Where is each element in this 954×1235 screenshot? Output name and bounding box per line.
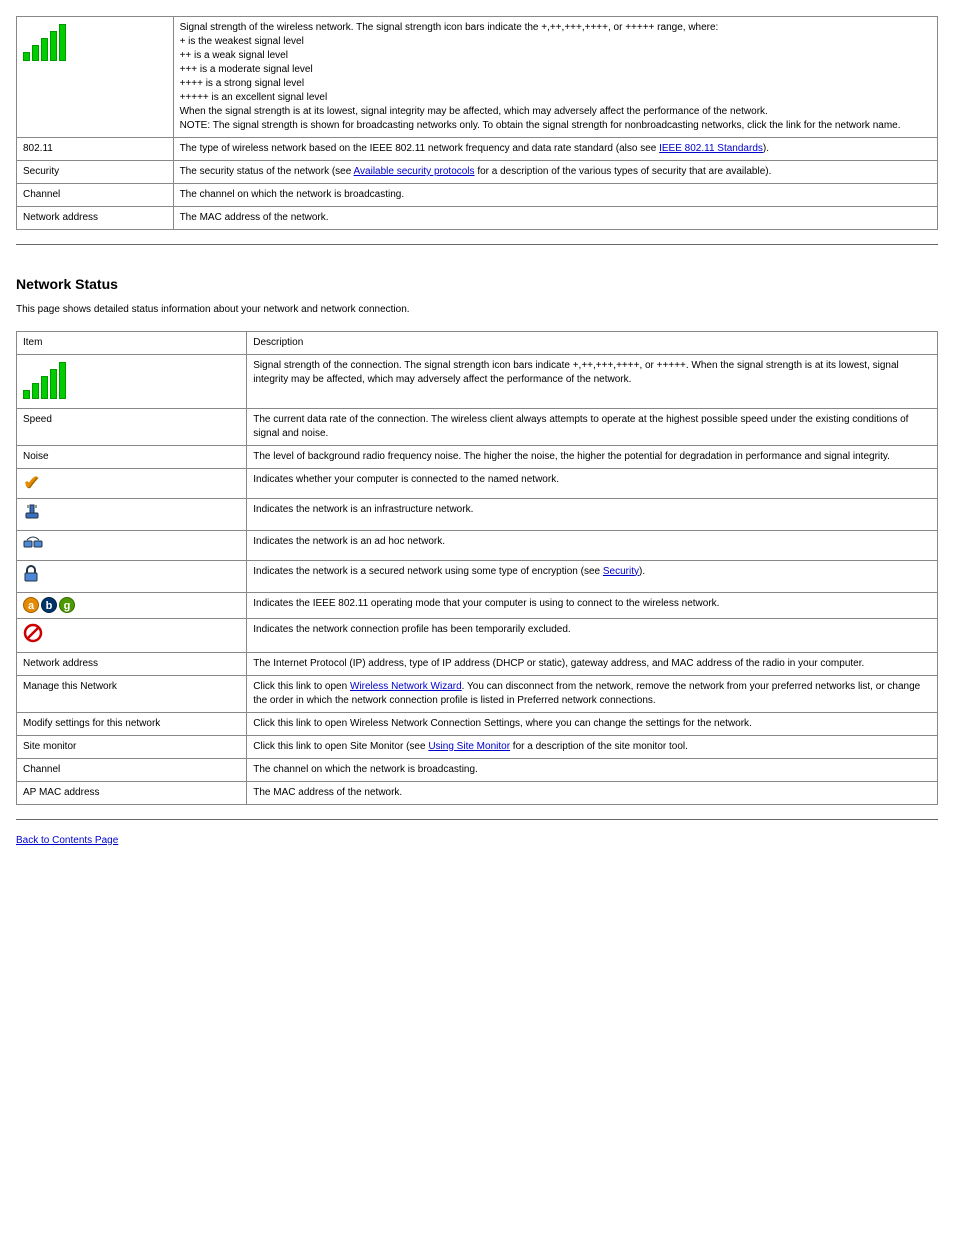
row-desc-sitemon-after: for a description of the site monitor to… [510,741,688,752]
row-desc-lock-after: ). [639,566,645,577]
row-desc-security-text: The security status of the network (see [180,166,354,177]
abg-icon-cell: abg [17,592,247,618]
lock-icon [23,565,39,588]
row-label-speed: Speed [17,408,247,445]
signal-desc-line-5: +++++ is an excellent signal level [180,91,931,105]
status-signal-desc: Signal strength of the connection. The s… [247,354,938,408]
row-desc-abg: Indicates the IEEE 802.11 operating mode… [247,592,938,618]
row-desc-manage: Click this link to open Wireless Network… [247,675,938,712]
infra-icon-cell [17,498,247,530]
signal-bars-icon [23,21,66,61]
row-desc-lock: Indicates the network is a secured netwo… [247,560,938,592]
adhoc-icon [23,535,43,556]
row-desc-manage-before: Click this link to open [253,681,350,692]
back-to-contents-link[interactable]: Back to Contents Page [16,835,118,846]
row-desc-security-after: for a description of the various types o… [475,166,772,177]
signal-desc-line-7: NOTE: The signal strength is shown for b… [180,119,931,133]
row-label-channel: Channel [17,184,174,207]
section-desc-network-status: This page shows detailed status informat… [16,303,938,317]
lock-icon-cell [17,560,247,592]
row-desc-80211-after: ). [763,143,769,154]
site-monitor-link[interactable]: Using Site Monitor [428,741,510,752]
abg-mode-icon: abg [23,597,75,613]
check-icon [23,473,43,493]
row-desc-adhoc: Indicates the network is an ad hoc netwo… [247,530,938,560]
header-description: Description [247,331,938,354]
row-label-apmac: AP MAC address [17,781,247,804]
row-label-network-address-2: Network address [17,652,247,675]
divider-2 [16,819,938,820]
section-heading-network-status: Network Status [16,275,938,295]
signal-icon-cell-2 [17,354,247,408]
signal-desc-line-1: + is the weakest signal level [180,35,931,49]
signal-desc: Signal strength of the wireless network.… [173,17,937,138]
row-desc-network-address-2: The Internet Protocol (IP) address, type… [247,652,938,675]
row-label-80211: 802.11 [17,138,174,161]
security-protocols-link[interactable]: Available security protocols [354,166,475,177]
divider [16,244,938,245]
row-desc-speed: The current data rate of the connection.… [247,408,938,445]
row-desc-channel-2: The channel on which the network is broa… [247,758,938,781]
ieee-standards-link[interactable]: IEEE 802.11 Standards [659,143,763,154]
row-desc-excluded: Indicates the network connection profile… [247,618,938,652]
row-label-noise: Noise [17,445,247,468]
security-link[interactable]: Security [603,566,639,577]
adhoc-icon-cell [17,530,247,560]
row-label-modify: Modify settings for this network [17,712,247,735]
row-desc-infra: Indicates the network is an infrastructu… [247,498,938,530]
row-label-network-address: Network address [17,207,174,230]
row-desc-apmac: The MAC address of the network. [247,781,938,804]
row-desc-network-address: The MAC address of the network. [173,207,937,230]
row-desc-sitemon-before: Click this link to open Site Monitor (se… [253,741,428,752]
signal-desc-line-4: ++++ is a strong signal level [180,77,931,91]
signal-desc-line-3: +++ is a moderate signal level [180,63,931,77]
row-desc-security: The security status of the network (see … [173,161,937,184]
row-desc-sitemon: Click this link to open Site Monitor (se… [247,735,938,758]
signal-desc-line-6: When the signal strength is at its lowes… [180,105,931,119]
row-label-manage: Manage this Network [17,675,247,712]
row-label-channel-2: Channel [17,758,247,781]
row-desc-connected: Indicates whether your computer is conne… [247,468,938,498]
signal-bars-icon [23,359,66,399]
check-icon-cell [17,468,247,498]
wireless-wizard-link[interactable]: Wireless Network Wizard [350,681,462,692]
signal-table: Signal strength of the wireless network.… [16,16,938,230]
signal-desc-line-0: Signal strength of the wireless network.… [180,21,931,35]
row-label-sitemon: Site monitor [17,735,247,758]
row-desc-channel: The channel on which the network is broa… [173,184,937,207]
signal-desc-line-2: ++ is a weak signal level [180,49,931,63]
header-item: Item [17,331,247,354]
row-desc-modify: Click this link to open Wireless Network… [247,712,938,735]
row-desc-noise: The level of background radio frequency … [247,445,938,468]
signal-icon-cell [17,17,174,138]
row-desc-lock-before: Indicates the network is a secured netwo… [253,566,603,577]
excluded-icon-cell [17,618,247,652]
row-desc-80211: The type of wireless network based on th… [173,138,937,161]
network-status-table: Item Description Signal strength of the … [16,331,938,805]
row-desc-80211-text: The type of wireless network based on th… [180,143,660,154]
infrastructure-icon [23,503,41,526]
row-label-security: Security [17,161,174,184]
excluded-icon [23,623,43,648]
